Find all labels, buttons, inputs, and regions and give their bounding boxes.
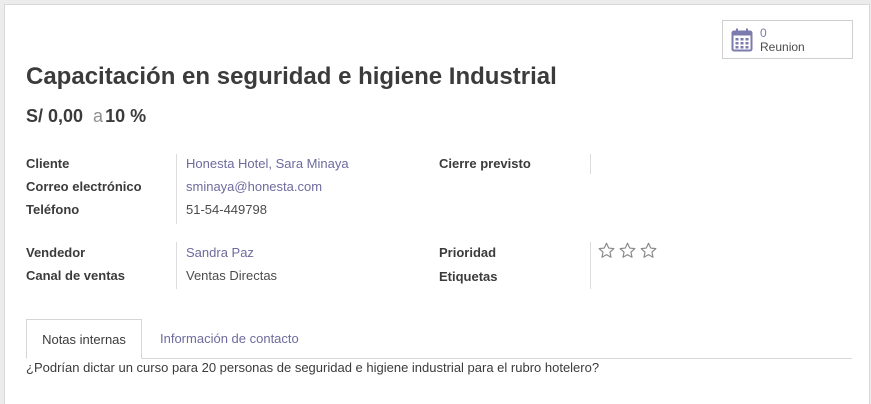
meetings-count: 0 [760, 25, 767, 40]
priority-stars[interactable] [598, 242, 657, 259]
sales-channel-label: Canal de ventas [26, 268, 125, 283]
field-divider [590, 242, 591, 289]
probability[interactable]: 10 % [105, 106, 146, 126]
expected-closing-field[interactable] [598, 156, 798, 174]
field-divider [176, 242, 177, 289]
tab-internal-notes[interactable]: Notas internas [26, 319, 142, 359]
meetings-smart-button[interactable]: 0 Reunion [722, 20, 853, 59]
customer-field[interactable]: Honesta Hotel, Sara Minaya [186, 156, 349, 171]
internal-notes-text[interactable]: ¿Podrían dictar un curso para 20 persona… [26, 360, 599, 375]
expected-revenue[interactable]: S/ 0,00 [26, 106, 83, 126]
tags-field[interactable] [598, 269, 798, 287]
sales-channel-field[interactable]: Ventas Directas [186, 268, 277, 283]
field-divider [590, 154, 591, 174]
revenue-separator: a [93, 106, 104, 126]
calendar-icon [731, 28, 753, 51]
field-divider [176, 154, 177, 224]
form-sheet: 0 Reunion Capacitación en seguridad e hi… [4, 4, 870, 404]
meetings-smart-button-text: 0 Reunion [760, 26, 805, 54]
expected-revenue-row: S/ 0,00 a 10 % [26, 106, 146, 127]
salesperson-label: Vendedor [26, 245, 86, 260]
tags-label: Etiquetas [439, 269, 498, 284]
star-icon[interactable] [640, 242, 657, 259]
email-label: Correo electrónico [26, 179, 142, 194]
notebook-tabs: Notas internas Información de contacto [26, 319, 852, 359]
meetings-label: Reunion [760, 39, 805, 54]
email-field[interactable]: sminaya@honesta.com [186, 179, 322, 194]
phone-label: Teléfono [26, 202, 80, 217]
salesperson-field[interactable]: Sandra Paz [186, 245, 254, 260]
customer-label: Cliente [26, 156, 70, 171]
opportunity-title[interactable]: Capacitación en seguridad e higiene Indu… [26, 63, 557, 91]
priority-label: Prioridad [439, 245, 497, 260]
phone-field[interactable]: 51-54-449798 [186, 202, 267, 217]
tab-contact-information[interactable]: Información de contacto [160, 319, 299, 358]
expected-closing-label: Cierre previsto [439, 156, 531, 171]
star-icon[interactable] [619, 242, 636, 259]
star-icon[interactable] [598, 242, 615, 259]
